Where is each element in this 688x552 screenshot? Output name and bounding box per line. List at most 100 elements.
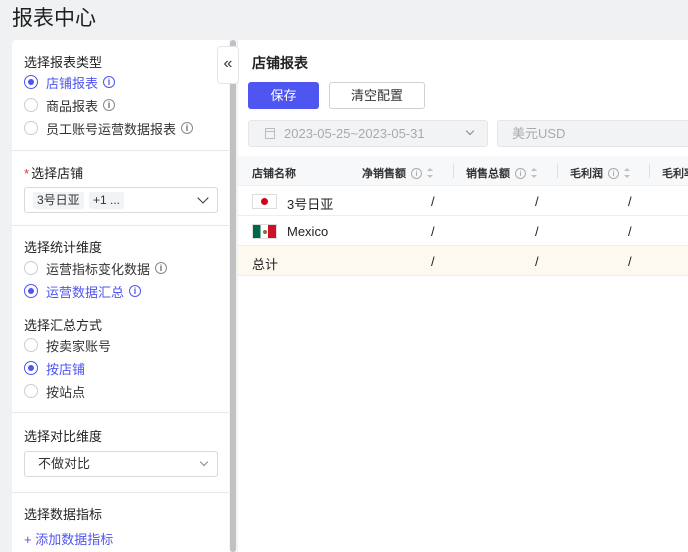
date-range-picker[interactable]: 2023-05-25~2023-05-31: [248, 120, 488, 147]
radio-label: 按站点: [46, 384, 86, 400]
radio-label: 运营数据汇总: [46, 284, 125, 300]
column-header-net-sales[interactable]: 净销售额 i: [362, 165, 433, 181]
compare-section: 选择对比维度 不做对比: [12, 413, 229, 493]
radio-label: 按店铺: [46, 361, 86, 377]
gross-profit-value: /: [628, 224, 632, 239]
store-section: * 选择店铺 3号日亚 +1 ...: [12, 151, 229, 226]
required-mark: *: [24, 166, 30, 181]
radio-product-report[interactable]: 商品报表 i: [24, 96, 116, 114]
info-icon[interactable]: i: [103, 99, 116, 111]
summary-method-title: 选择汇总方式: [24, 318, 103, 333]
column-label: 净销售额: [362, 168, 406, 180]
report-type-title: 选择报表类型: [24, 55, 103, 70]
total-label: 总计: [252, 257, 279, 272]
column-label: 毛利润: [570, 168, 603, 180]
store-more-tag: +1 ...: [89, 192, 125, 209]
compare-select[interactable]: 不做对比: [24, 451, 218, 477]
column-label: 销售总额: [466, 168, 510, 180]
column-divider: [557, 164, 558, 178]
sort-icon[interactable]: [427, 168, 433, 178]
column-divider: [453, 164, 454, 178]
info-icon[interactable]: i: [129, 285, 142, 297]
info-icon[interactable]: i: [103, 76, 116, 88]
column-header-total-sales[interactable]: 销售总额 i: [466, 165, 537, 181]
total-sales-total: /: [535, 254, 539, 269]
radio-label: 按卖家账号: [46, 338, 112, 354]
info-icon[interactable]: i: [608, 167, 619, 179]
net-sales-total: /: [431, 254, 435, 269]
compare-value: 不做对比: [38, 456, 91, 471]
chevron-down-icon: [465, 126, 475, 136]
table-total-row: 总计 / / /: [238, 246, 688, 276]
radio-unchecked-icon: [24, 98, 38, 112]
chevron-down-icon: [197, 192, 209, 204]
store-title: * 选择店铺: [24, 163, 83, 182]
metrics-title: 选择数据指标: [24, 507, 103, 522]
sort-icon[interactable]: [624, 168, 630, 178]
info-icon[interactable]: i: [411, 167, 422, 179]
radio-unchecked-icon: [24, 261, 38, 275]
radio-metric-change[interactable]: 运营指标变化数据 i: [24, 259, 168, 277]
radio-store-report[interactable]: 店铺报表 i: [24, 73, 116, 91]
radio-unchecked-icon: [24, 384, 38, 398]
column-header-gross-margin[interactable]: 毛利率: [662, 165, 688, 181]
radio-checked-icon: [24, 75, 38, 89]
radio-ops-summary[interactable]: 运营数据汇总 i: [24, 282, 142, 300]
radio-by-site[interactable]: 按站点: [24, 382, 85, 400]
table-row[interactable]: Mexico / / /: [238, 216, 688, 246]
sort-icon[interactable]: [531, 168, 537, 178]
report-title: 店铺报表: [252, 55, 308, 71]
radio-label: 运营指标变化数据: [46, 261, 151, 277]
add-metric-link[interactable]: + 添加数据指标: [24, 529, 113, 548]
radio-staff-report[interactable]: 员工账号运营数据报表 i: [24, 119, 194, 137]
date-range-text: 2023-05-25~2023-05-31: [284, 126, 425, 141]
clear-config-button[interactable]: 清空配置: [329, 82, 425, 109]
report-panel: 店铺报表 保存 清空配置 2023-05-25~2023-05-31 美元USD…: [238, 40, 688, 552]
radio-unchecked-icon: [24, 338, 38, 352]
column-label: 毛利率: [662, 168, 688, 180]
gross-profit-value: /: [628, 194, 632, 209]
stat-dimension-title: 选择统计维度: [24, 240, 103, 255]
config-panel: 选择报表类型 店铺报表 i 商品报表 i 员工账号运营数据报表 i * 选择店铺 …: [12, 40, 229, 552]
column-label: 店铺名称: [252, 168, 296, 180]
radio-checked-icon: [24, 361, 38, 375]
radio-unchecked-icon: [24, 121, 38, 135]
column-header-store: 店铺名称: [252, 165, 296, 181]
column-divider: [649, 164, 650, 178]
total-sales-value: /: [535, 224, 539, 239]
radio-by-store[interactable]: 按店铺: [24, 359, 85, 377]
store-select[interactable]: 3号日亚 +1 ...: [24, 187, 218, 213]
info-icon[interactable]: i: [515, 167, 526, 179]
radio-label: 商品报表: [46, 98, 99, 114]
table-header: 店铺名称 净销售额 i 销售总额 i 毛利润 i 毛利率: [238, 156, 688, 186]
store-tag: 3号日亚: [33, 192, 84, 209]
scrollbar-thumb[interactable]: [230, 40, 236, 552]
calendar-icon: [265, 128, 275, 139]
radio-by-seller[interactable]: 按卖家账号: [24, 336, 111, 354]
radio-label: 店铺报表: [46, 75, 99, 91]
compare-title: 选择对比维度: [24, 429, 103, 444]
page-title: 报表中心: [12, 7, 96, 30]
store-name: 3号日亚: [287, 197, 334, 212]
chevron-down-icon: [199, 457, 209, 467]
panel-scrollbar[interactable]: [229, 40, 237, 552]
report-type-section: 选择报表类型 店铺报表 i 商品报表 i 员工账号运营数据报表 i: [12, 40, 229, 151]
info-icon[interactable]: i: [155, 262, 168, 274]
currency-select[interactable]: 美元USD: [497, 120, 688, 147]
net-sales-value: /: [431, 194, 435, 209]
store-name: Mexico: [287, 224, 329, 239]
gross-profit-total: /: [628, 254, 632, 269]
save-button[interactable]: 保存: [248, 82, 319, 109]
table-row[interactable]: 3号日亚 / / /: [238, 186, 688, 216]
stat-dimension-section: 选择统计维度 运营指标变化数据 i 运营数据汇总 i 选择汇总方式 按卖家账号 …: [12, 226, 229, 413]
column-header-gross-profit[interactable]: 毛利润 i: [570, 165, 630, 181]
mexico-flag-icon: [252, 224, 277, 239]
net-sales-value: /: [431, 224, 435, 239]
collapse-panel-icon[interactable]: «: [217, 46, 239, 84]
total-sales-value: /: [535, 194, 539, 209]
store-title-text: 选择店铺: [31, 166, 84, 181]
radio-label: 员工账号运营数据报表: [46, 121, 177, 137]
info-icon[interactable]: i: [181, 122, 194, 134]
japan-flag-icon: [252, 194, 277, 209]
radio-checked-icon: [24, 284, 38, 298]
